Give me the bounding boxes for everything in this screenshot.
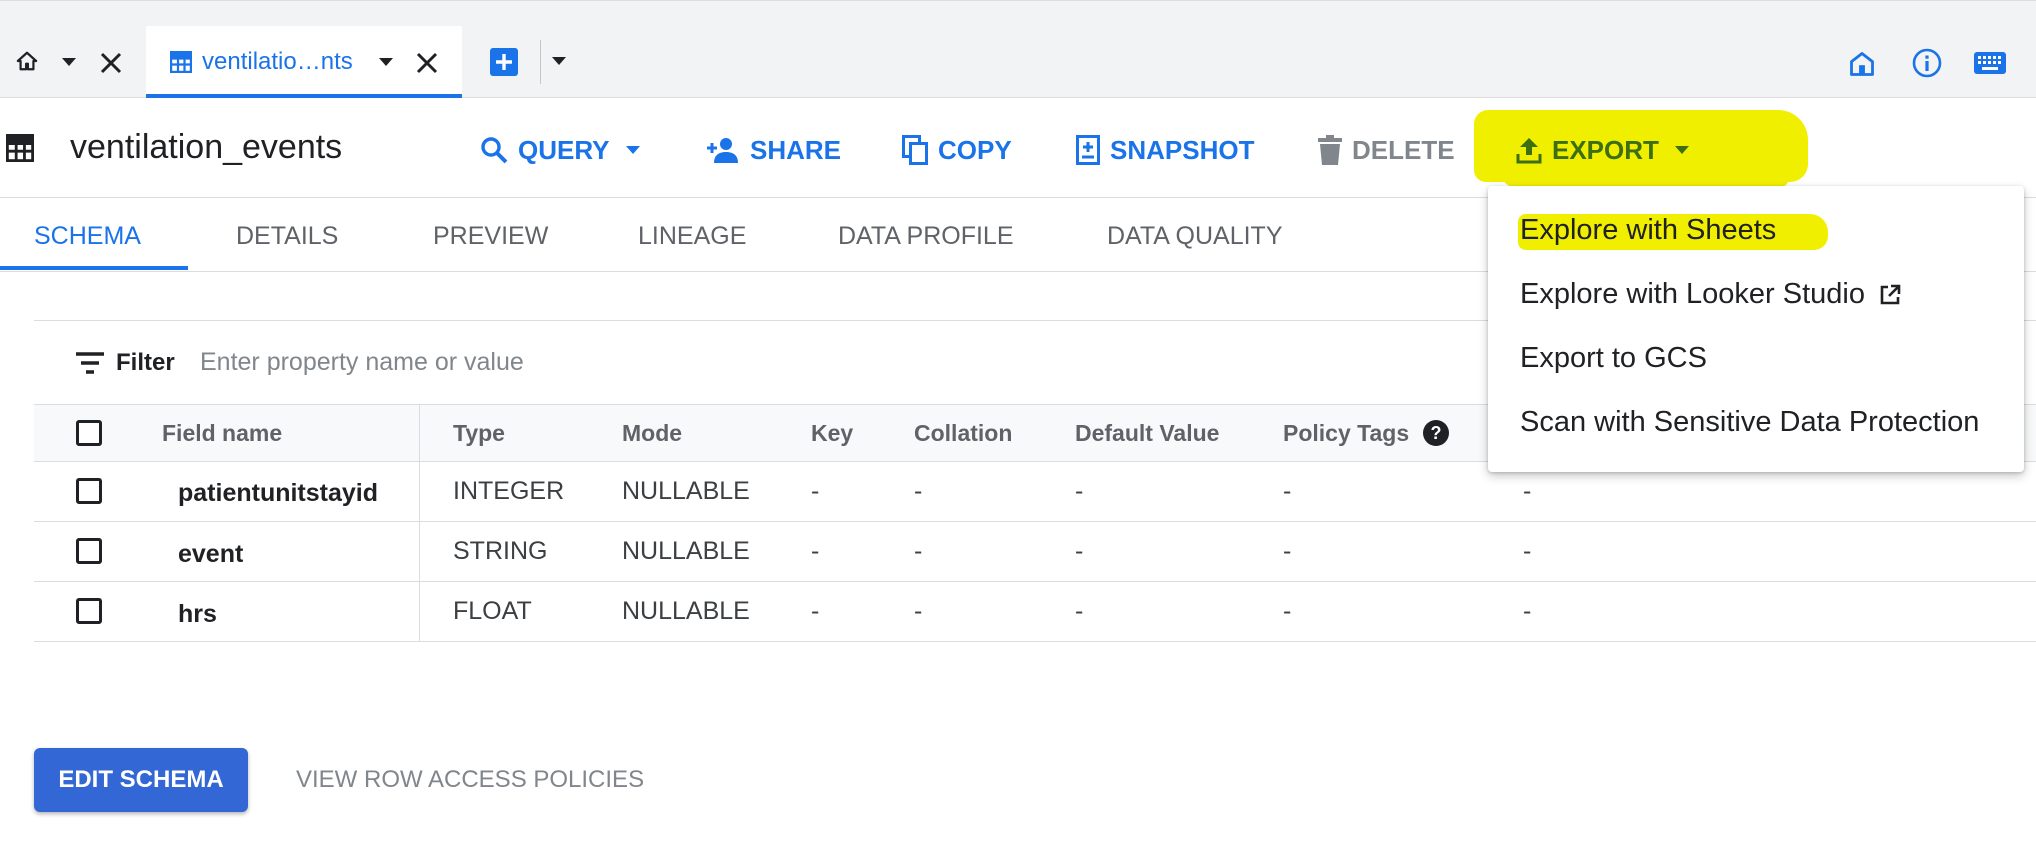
field-name-cell: patientunitstayid xyxy=(178,479,379,507)
upload-icon xyxy=(1516,138,1542,164)
menu-item-scan-with-sensitive-data-protection[interactable]: Scan with Sensitive Data Protection xyxy=(1520,406,1979,439)
table-icon xyxy=(6,134,34,162)
description-cell: - xyxy=(1523,597,1532,625)
chevron-down-icon xyxy=(1674,146,1689,154)
default-value-cell: - xyxy=(1075,597,1084,625)
menu-item-label: Scan with Sensitive Data Protection xyxy=(1520,406,1980,438)
tab-strip-divider xyxy=(540,40,541,84)
menu-item-label: Explore with Sheets xyxy=(1520,214,1777,246)
table-tab-icon xyxy=(170,51,192,73)
info-icon[interactable] xyxy=(1912,48,1942,78)
header-type: Type xyxy=(453,420,505,446)
collation-cell: - xyxy=(914,597,923,625)
mode-cell: NULLABLE xyxy=(622,537,750,565)
row-divider xyxy=(34,581,2036,582)
policy-tags-cell: - xyxy=(1283,597,1292,625)
header-default-value: Default Value xyxy=(1075,420,1220,446)
row-checkbox[interactable] xyxy=(76,598,102,624)
new-tab-plus-icon[interactable] xyxy=(490,48,518,76)
chevron-down-icon xyxy=(625,146,640,154)
tab-data-quality[interactable]: DATA QUALITY xyxy=(1107,222,1283,251)
field-name-cell: event xyxy=(178,540,244,568)
svg-text:?: ? xyxy=(1431,423,1442,443)
header-collation: Collation xyxy=(914,420,1013,446)
tab-preview[interactable]: PREVIEW xyxy=(433,222,548,251)
header-policy-tags: Policy Tags xyxy=(1283,420,1410,446)
description-cell: - xyxy=(1523,537,1532,565)
select-all-checkbox[interactable] xyxy=(76,420,102,446)
copy-icon xyxy=(902,135,928,165)
edit-schema-button[interactable]: EDIT SCHEMA xyxy=(34,748,248,812)
home-icon[interactable] xyxy=(1848,50,1876,78)
snapshot-button[interactable]: SNAPSHOT xyxy=(1076,130,1254,170)
page-title: ventilation_events xyxy=(70,128,343,166)
policy-tags-cell: - xyxy=(1283,537,1292,565)
header-key: Key xyxy=(811,420,854,446)
description-cell: - xyxy=(1523,477,1532,505)
export-button[interactable]: EXPORT xyxy=(1516,130,1689,170)
type-cell: INTEGER xyxy=(453,477,565,505)
external-link-icon xyxy=(1880,284,1901,304)
query-button[interactable]: QUERY xyxy=(480,130,640,170)
active-tab-dropdown-icon[interactable] xyxy=(379,58,393,66)
keyboard-icon[interactable] xyxy=(1974,52,2006,74)
filter-icon[interactable] xyxy=(76,352,104,374)
filter-label[interactable]: Filter xyxy=(116,349,175,377)
delete-label: DELETE xyxy=(1352,134,1455,165)
view-row-access-policies-button[interactable]: VIEW ROW ACCESS POLICIES xyxy=(296,766,644,794)
row-divider xyxy=(34,521,2036,522)
collation-cell: - xyxy=(914,477,923,505)
menu-item-label: Explore with Looker Studio xyxy=(1520,278,1865,310)
export-label: EXPORT xyxy=(1552,134,1659,165)
type-cell: FLOAT xyxy=(453,597,532,625)
trash-icon xyxy=(1318,135,1342,165)
snapshot-label: SNAPSHOT xyxy=(1110,134,1255,165)
query-label: QUERY xyxy=(518,134,610,165)
tab-details[interactable]: DETAILS xyxy=(236,222,338,251)
row-checkbox[interactable] xyxy=(76,478,102,504)
default-value-cell: - xyxy=(1075,477,1084,505)
tab-lineage[interactable]: LINEAGE xyxy=(638,222,746,251)
active-tab-close-icon[interactable] xyxy=(416,52,438,74)
menu-item-export-to-gcs[interactable]: Export to GCS xyxy=(1520,342,1707,375)
home-tab-dropdown-icon[interactable] xyxy=(62,58,76,66)
snapshot-icon xyxy=(1076,135,1100,165)
tab-schema[interactable]: SCHEMA xyxy=(34,222,141,251)
tab-data-profile[interactable]: DATA PROFILE xyxy=(838,222,1014,251)
field-name-cell: hrs xyxy=(178,600,217,628)
new-tab-dropdown-icon[interactable] xyxy=(552,57,566,65)
copy-button[interactable]: COPY xyxy=(902,130,1012,170)
copy-label: COPY xyxy=(938,134,1012,165)
header-mode: Mode xyxy=(622,420,683,446)
header-field-name: Field name xyxy=(162,420,283,446)
key-cell: - xyxy=(811,477,820,505)
add-person-icon xyxy=(707,138,738,163)
type-cell: STRING xyxy=(453,537,548,565)
row-divider xyxy=(34,641,2036,642)
menu-item-explore-with-looker-studio[interactable]: Explore with Looker Studio xyxy=(1520,278,1901,311)
home-tab-icon[interactable] xyxy=(16,50,38,72)
search-icon xyxy=(481,137,508,164)
key-cell: - xyxy=(811,537,820,565)
mode-cell: NULLABLE xyxy=(622,477,750,505)
active-tab-indicator xyxy=(0,266,188,270)
export-dropdown-menu: Explore with Sheets Explore with Looker … xyxy=(1488,186,2024,472)
menu-item-explore-with-sheets[interactable]: Explore with Sheets xyxy=(1520,214,1776,247)
delete-button[interactable]: DELETE xyxy=(1318,130,1455,170)
filter-input[interactable] xyxy=(200,344,1100,380)
key-cell: - xyxy=(811,597,820,625)
default-value-cell: - xyxy=(1075,537,1084,565)
share-button[interactable]: SHARE xyxy=(706,130,841,170)
mode-cell: NULLABLE xyxy=(622,597,750,625)
row-checkbox[interactable] xyxy=(76,538,102,564)
collation-cell: - xyxy=(914,537,923,565)
policy-tags-cell: - xyxy=(1283,477,1292,505)
active-tab-label[interactable]: ventilatio…nts xyxy=(202,48,353,76)
help-icon[interactable]: ? xyxy=(1422,419,1450,447)
share-label: SHARE xyxy=(750,134,842,165)
home-tab-close-icon[interactable] xyxy=(100,52,122,74)
column-separator xyxy=(419,404,420,642)
menu-item-label: Export to GCS xyxy=(1520,342,1707,374)
